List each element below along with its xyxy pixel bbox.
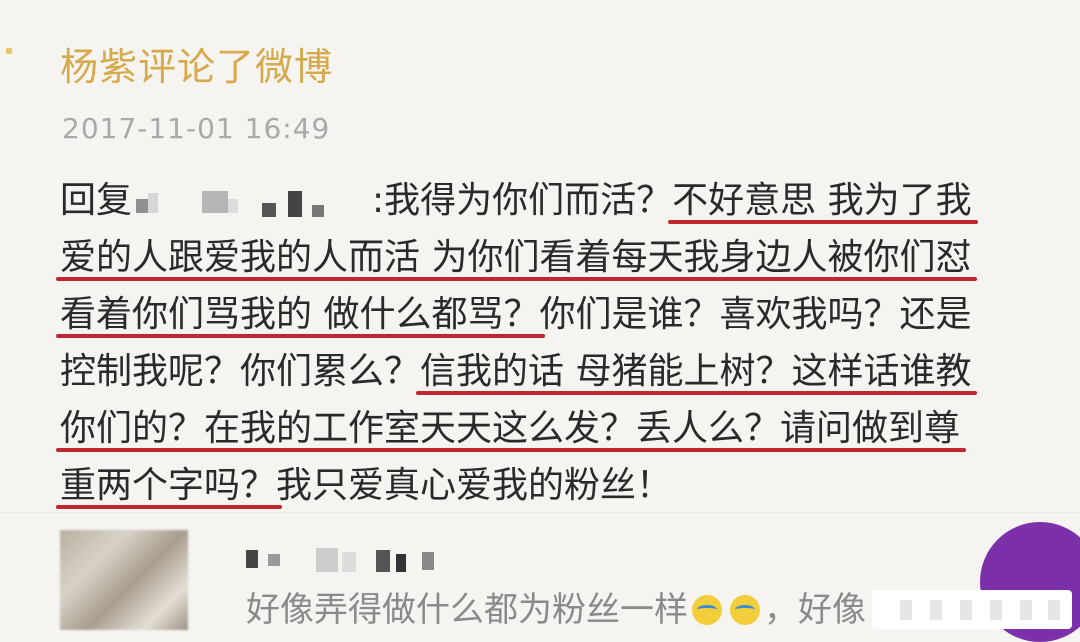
reply-text-b: ，好像 [764, 590, 866, 630]
comment-text: 你们是谁？喜欢我吗？还是 [539, 294, 972, 335]
comment-line: 回复 :我得为你们而活？不好意思 我为了我 [60, 172, 1050, 229]
watermark-glyph [1048, 600, 1060, 620]
post-timestamp: 2017-11-01 16:49 [62, 112, 331, 145]
underlined-text: 信我的话 母猪能上树？这样话谁教 [420, 351, 972, 392]
post-title[interactable]: 杨紫评论了微博 [60, 36, 333, 91]
divider [0, 512, 1080, 513]
reply-prefix: 回复 [60, 180, 133, 221]
reply-text-a: 好像弄得做什么都为粉丝一样 [246, 590, 688, 630]
comment-line: 你们的？在我的工作室天天这么发？丢人么？请问做到尊 [60, 400, 1050, 457]
avatar[interactable] [60, 530, 188, 630]
comment-line: 控制我呢？你们累么？信我的话 母猪能上树？这样话谁教 [60, 343, 1050, 400]
reply-text: 好像弄得做什么都为粉丝一样 ，好像 [246, 582, 866, 631]
masked-reply-username [246, 544, 446, 574]
underlined-text: 爱的人跟爱我的人而活 为你们看着每天我身边人被你们怼 [60, 237, 972, 278]
comment-line: 爱的人跟爱我的人而活 为你们看着每天我身边人被你们怼 [60, 229, 1050, 286]
watermark-glyph [930, 600, 942, 620]
watermark-glyph [990, 600, 1002, 620]
laughing-tears-icon [692, 595, 722, 625]
comment-text: :我得为你们而活？ [372, 180, 673, 221]
edge-mark [6, 48, 12, 54]
comment-body: 回复 :我得为你们而活？不好意思 我为了我 爱的人跟爱我的人而活 为你们看着每天… [60, 172, 1050, 514]
underlined-text: 看着你们骂我的 做什么都骂？ [60, 294, 540, 335]
comment-text: 我只爱真心爱我的粉丝！ [276, 465, 673, 506]
comment-text: 控制我呢？你们累么？ [60, 351, 421, 392]
underlined-text: 不好意思 我为了我 [672, 180, 972, 221]
weibo-comment-card: 杨紫评论了微博 2017-11-01 16:49 回复 :我得为你们而活？不好意… [0, 0, 1080, 642]
watermark-glyph [1020, 600, 1032, 620]
masked-username [132, 185, 372, 219]
watermark-glyph [900, 600, 912, 620]
comment-line: 重两个字吗？我只爱真心爱我的粉丝！ [60, 457, 1050, 514]
underlined-text: 你们的？在我的工作室天天这么发？丢人么？请问做到尊 [60, 408, 961, 449]
laughing-tears-icon [730, 595, 760, 625]
watermark-glyph [960, 600, 972, 620]
underlined-text: 重两个字吗？ [60, 465, 277, 506]
comment-line: 看着你们骂我的 做什么都骂？你们是谁？喜欢我吗？还是 [60, 286, 1050, 343]
